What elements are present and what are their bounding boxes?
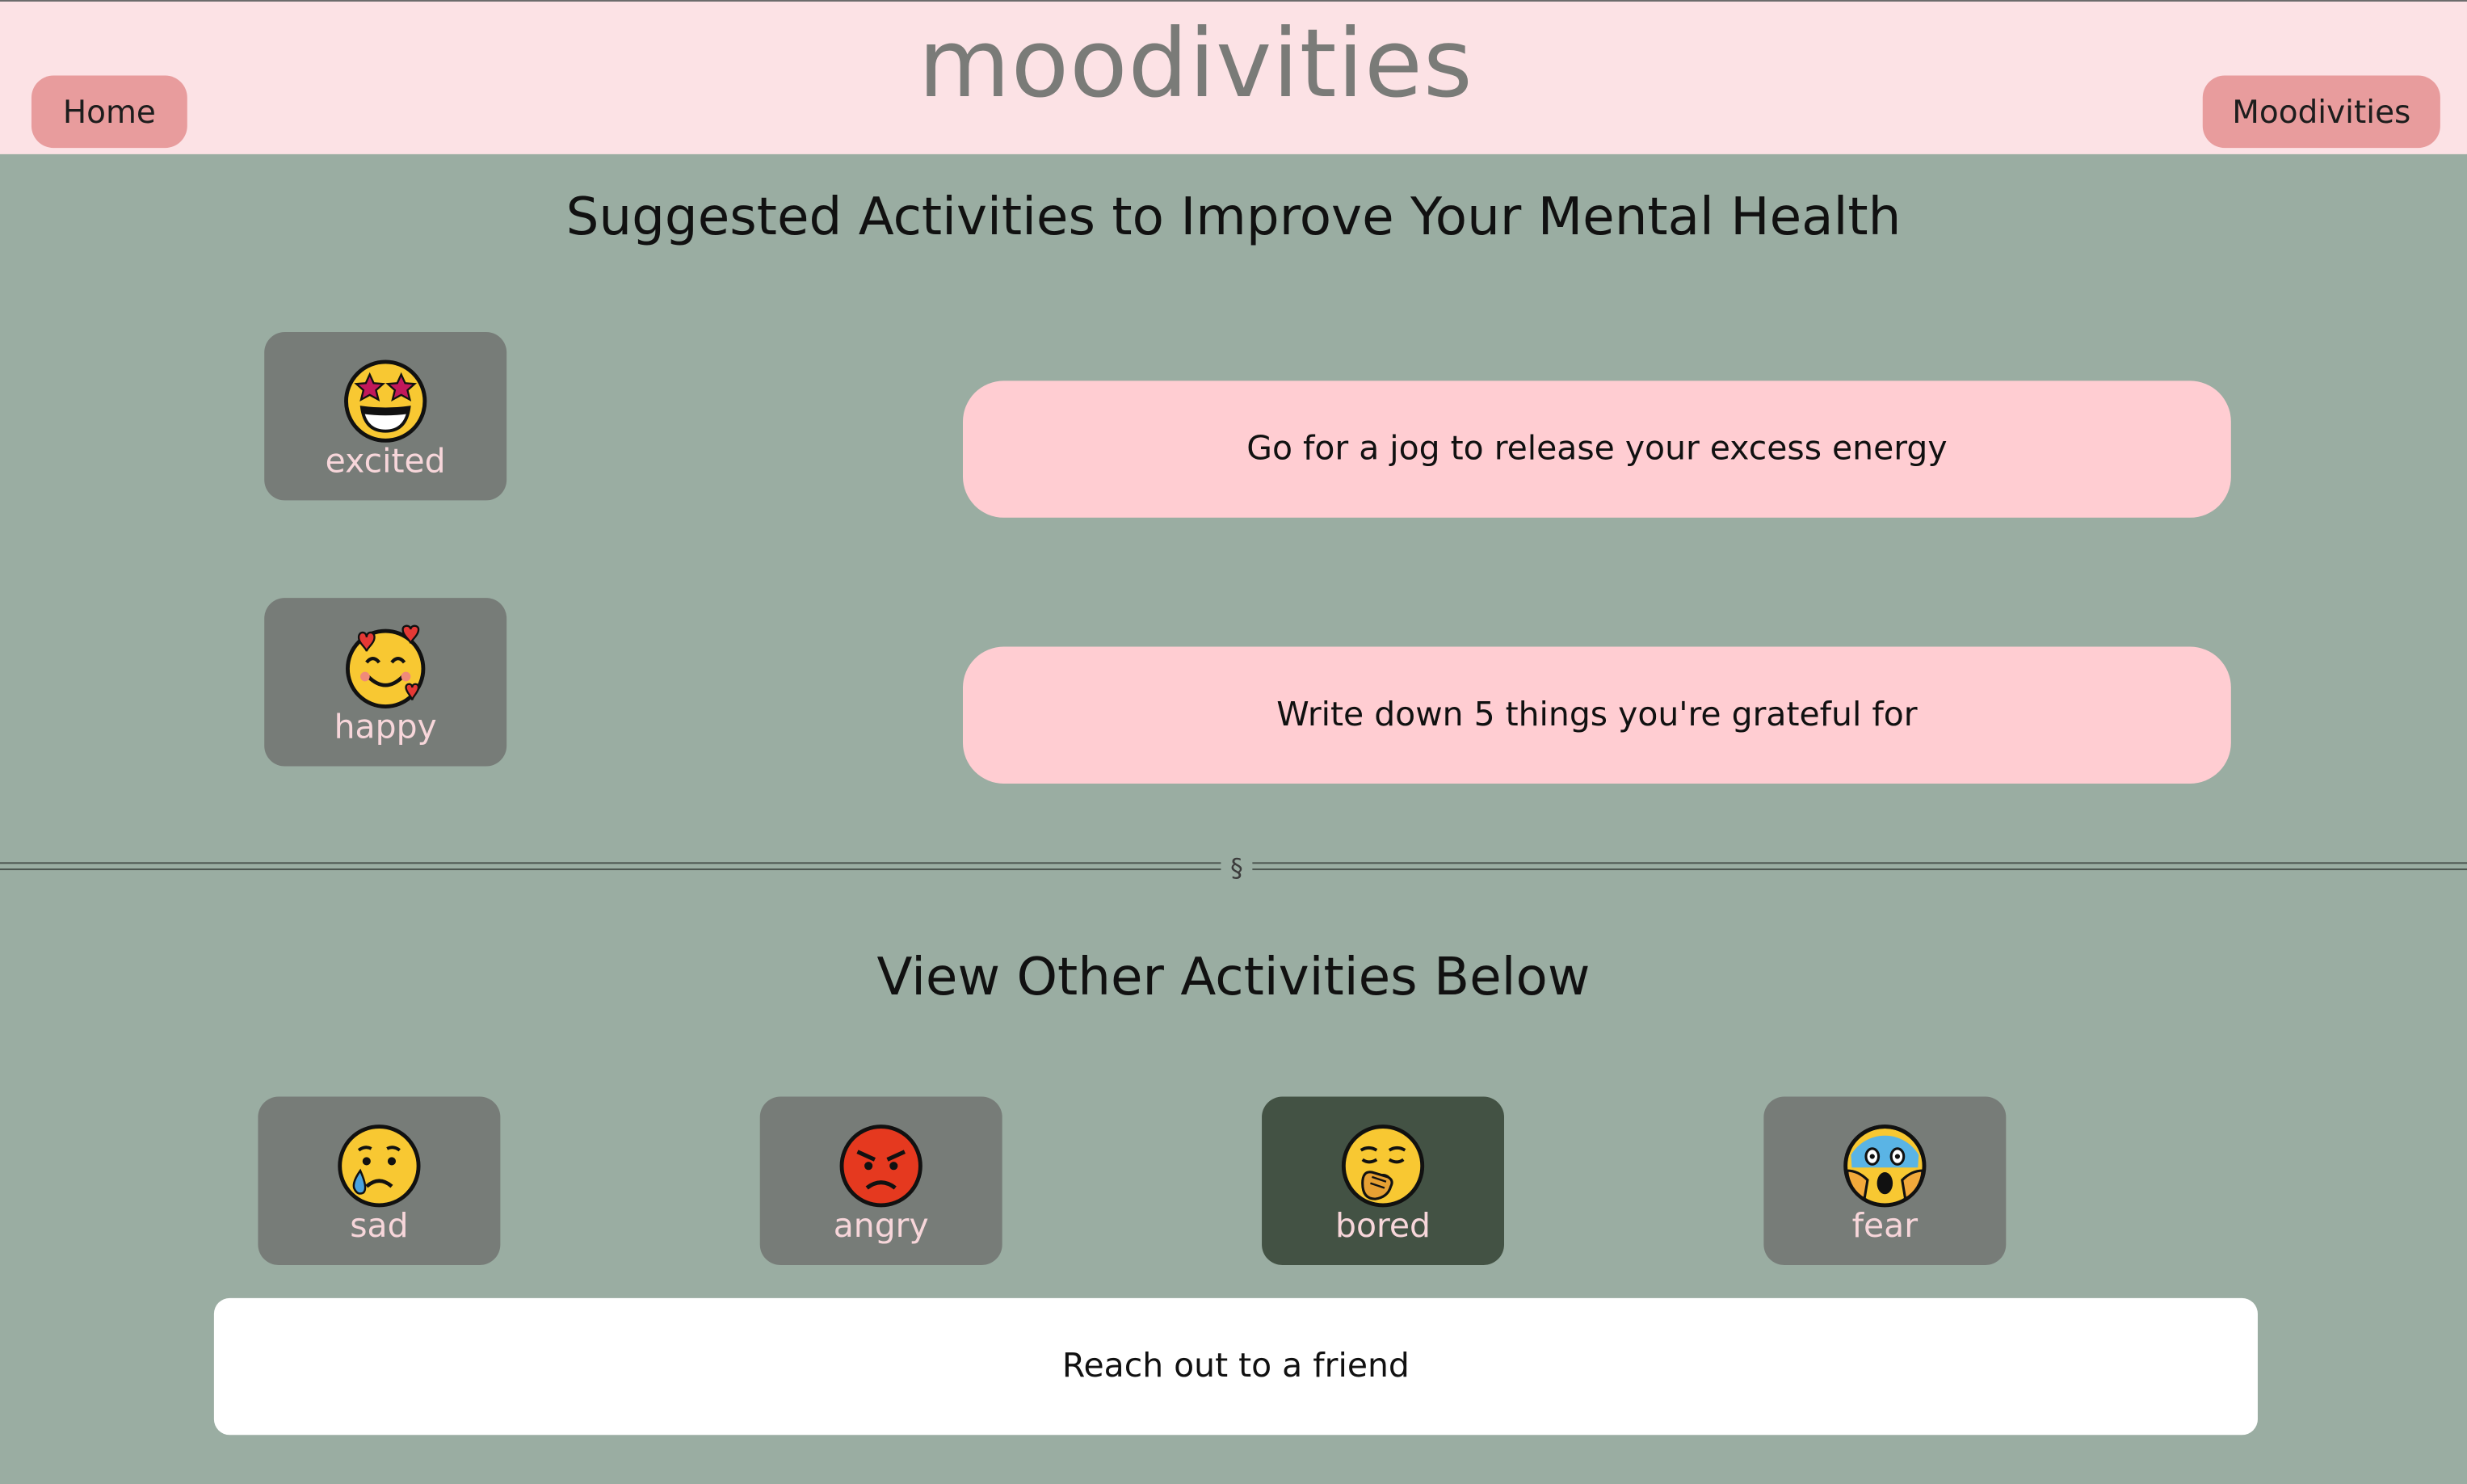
mood-card-sad[interactable]: sad (258, 1096, 501, 1265)
site-logo: moodivities (918, 9, 1473, 120)
moodivities-nav-button[interactable]: Moodivities (2202, 75, 2440, 149)
divider-line-right (1252, 862, 2467, 871)
mood-label: fear (1851, 1206, 1919, 1245)
other-activities-heading: View Other Activities Below (876, 945, 1591, 1007)
page: moodivities Home Moodivities Suggested A… (0, 0, 2467, 1484)
yawning-face-icon (1341, 1125, 1425, 1208)
mood-label: bored (1334, 1206, 1431, 1245)
star-struck-face-icon (344, 359, 427, 443)
screaming-face-icon (1843, 1125, 1927, 1208)
mood-label: angry (833, 1206, 929, 1245)
section-divider: § (0, 852, 2467, 883)
smiling-face-with-hearts-icon (346, 624, 426, 708)
home-nav-button[interactable]: Home (31, 75, 187, 149)
crying-face-icon (338, 1125, 421, 1208)
activity-suggestion-excited: Go for a jog to release your excess ener… (962, 380, 2231, 518)
mood-label: happy (334, 708, 437, 746)
activity-suggestion-happy: Write down 5 things you're grateful for (962, 646, 2231, 784)
mood-card-bored[interactable]: bored (1262, 1096, 1505, 1265)
suggested-activities-heading: Suggested Activities to Improve Your Men… (565, 185, 1902, 247)
mood-card-fear[interactable]: fear (1763, 1096, 2007, 1265)
header-bar: moodivities Home Moodivities (0, 0, 2467, 154)
mood-label: sad (350, 1206, 409, 1245)
mood-label: excited (325, 442, 446, 481)
mood-card-happy[interactable]: happy (264, 598, 507, 767)
mood-card-angry[interactable]: angry (759, 1096, 1002, 1265)
divider-line-left (0, 862, 1221, 871)
mood-card-excited[interactable]: excited (264, 331, 507, 501)
activity-result-card: Reach out to a friend (213, 1297, 2258, 1436)
section-sign: § (1230, 852, 1243, 883)
angry-face-icon (839, 1125, 922, 1208)
